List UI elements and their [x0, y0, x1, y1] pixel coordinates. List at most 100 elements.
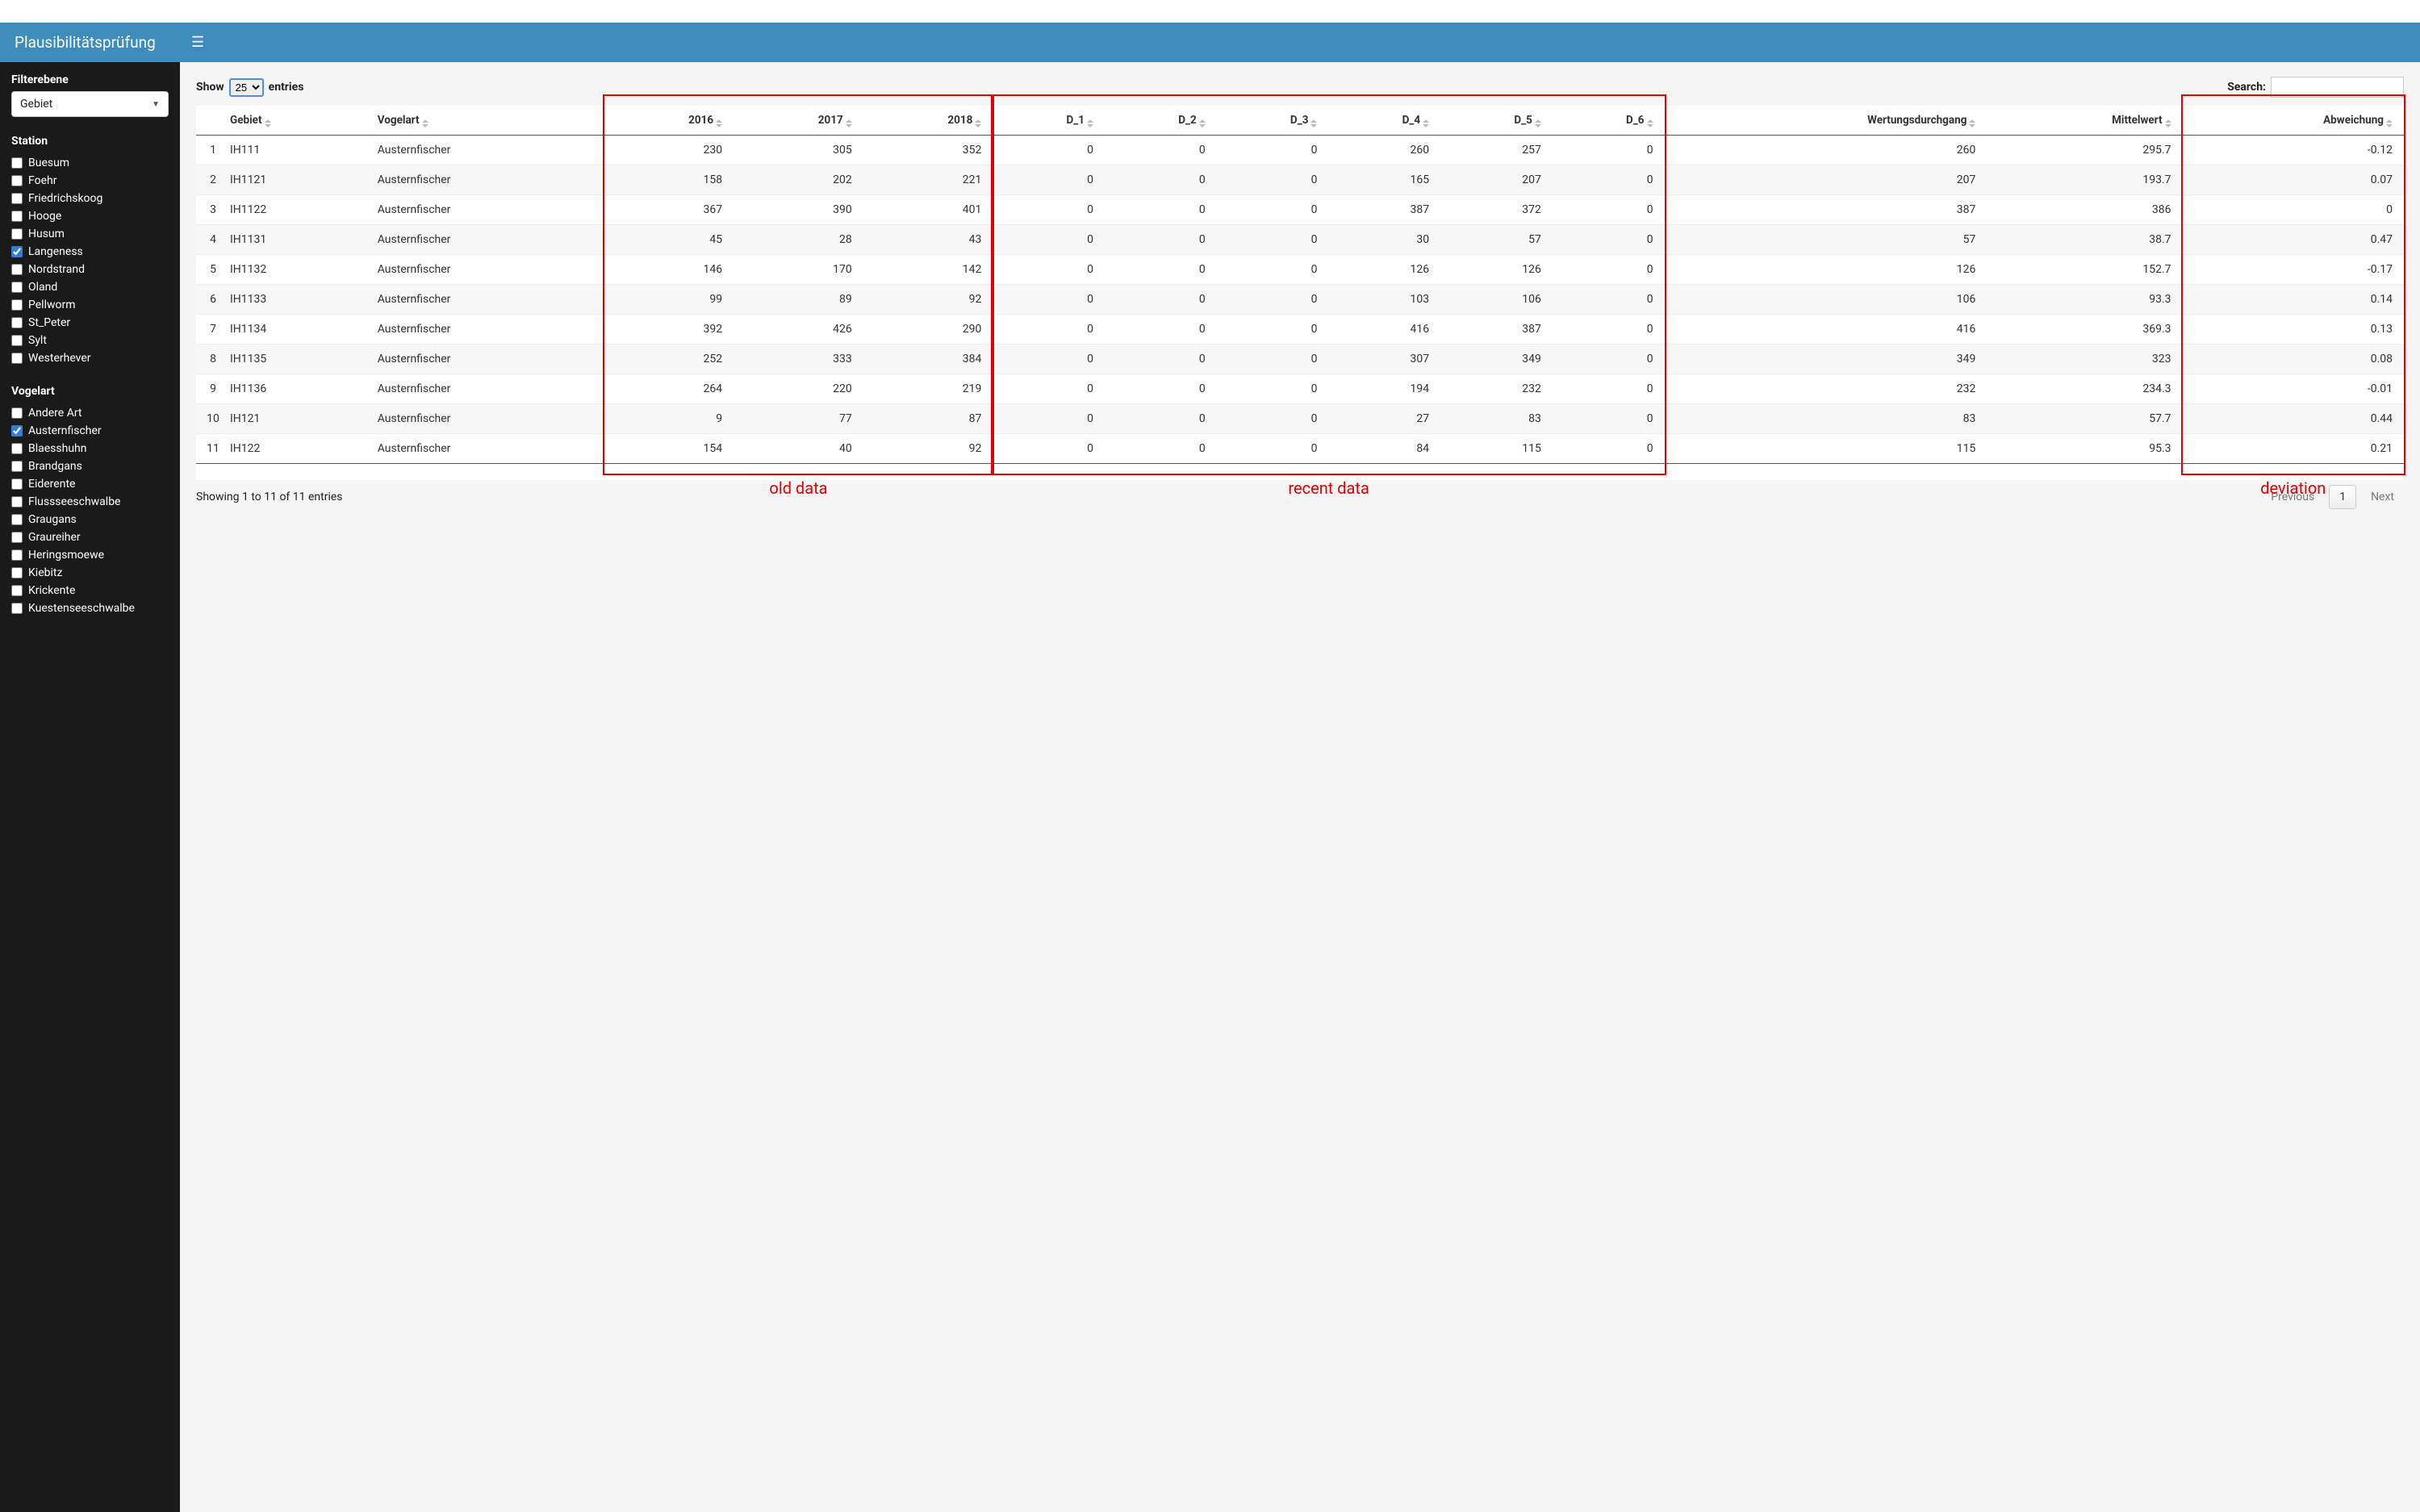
- station-checkbox[interactable]: [11, 299, 23, 311]
- column-header[interactable]: 2017: [734, 106, 863, 136]
- station-checkbox[interactable]: [11, 335, 23, 346]
- station-checkbox[interactable]: [11, 317, 23, 328]
- station-label: Sylt: [28, 334, 47, 347]
- vogelart-checkbox[interactable]: [11, 478, 23, 490]
- station-checkbox[interactable]: [11, 353, 23, 364]
- table-cell: 234.3: [1987, 374, 2182, 404]
- station-item[interactable]: Langeness: [11, 243, 169, 261]
- table-cell: 0.08: [2183, 345, 2404, 374]
- station-label: Buesum: [28, 157, 69, 169]
- station-checkbox[interactable]: [11, 193, 23, 204]
- vogelart-checkbox[interactable]: [11, 496, 23, 507]
- vogelart-checkbox[interactable]: [11, 425, 23, 436]
- table-cell: Austernfischer: [373, 285, 604, 315]
- column-header[interactable]: D_2: [1105, 106, 1217, 136]
- column-header[interactable]: D_6: [1553, 106, 1665, 136]
- vogelart-item[interactable]: Graureiher: [11, 528, 169, 546]
- station-item[interactable]: Foehr: [11, 172, 169, 190]
- table-cell: 83: [1665, 404, 1987, 434]
- vogelart-item[interactable]: Graugans: [11, 511, 169, 528]
- table-cell: 290: [863, 315, 993, 345]
- vogelart-checkbox[interactable]: [11, 603, 23, 614]
- station-item[interactable]: Buesum: [11, 154, 169, 172]
- table-cell: 38.7: [1987, 225, 2182, 255]
- table-cell: 0.14: [2183, 285, 2404, 315]
- vogelart-item[interactable]: Kuestenseeschwalbe: [11, 599, 169, 617]
- column-header[interactable]: Mittelwert: [1987, 106, 2182, 136]
- column-header[interactable]: Vogelart: [373, 106, 604, 136]
- table-cell: IH1132: [225, 255, 373, 285]
- column-header[interactable]: D_5: [1440, 106, 1553, 136]
- vogelart-checkbox[interactable]: [11, 549, 23, 561]
- vogelart-checkbox[interactable]: [11, 567, 23, 578]
- table-cell: 257: [1440, 136, 1553, 165]
- column-header[interactable]: 2016: [604, 106, 734, 136]
- vogelart-checkbox[interactable]: [11, 407, 23, 419]
- table-cell: IH122: [225, 434, 373, 464]
- vogelart-checkbox[interactable]: [11, 461, 23, 472]
- hamburger-icon[interactable]: ☰: [191, 34, 204, 51]
- station-item[interactable]: Pellworm: [11, 296, 169, 314]
- vogelart-item[interactable]: Austernfischer: [11, 422, 169, 440]
- column-header[interactable]: Wertungsdurchgang: [1665, 106, 1987, 136]
- station-item[interactable]: Hooge: [11, 207, 169, 225]
- station-item[interactable]: Sylt: [11, 332, 169, 349]
- vogelart-checkbox[interactable]: [11, 585, 23, 596]
- station-checkbox[interactable]: [11, 157, 23, 169]
- vogelart-item[interactable]: Krickente: [11, 582, 169, 599]
- vogelart-item[interactable]: Eiderente: [11, 475, 169, 493]
- pager-prev[interactable]: Previous: [2261, 486, 2324, 508]
- station-checkbox[interactable]: [11, 264, 23, 275]
- search-input[interactable]: [2271, 77, 2404, 98]
- column-header[interactable]: D_4: [1328, 106, 1440, 136]
- station-item[interactable]: Oland: [11, 278, 169, 296]
- vogelart-item[interactable]: Flussseeschwalbe: [11, 493, 169, 511]
- table-cell: 126: [1440, 255, 1553, 285]
- vogelart-checkbox[interactable]: [11, 514, 23, 525]
- pager-current[interactable]: 1: [2329, 485, 2356, 509]
- pager-next[interactable]: Next: [2361, 486, 2404, 508]
- vogelart-item[interactable]: Andere Art: [11, 404, 169, 422]
- column-header[interactable]: [196, 106, 225, 136]
- column-header[interactable]: D_3: [1217, 106, 1329, 136]
- station-checkbox[interactable]: [11, 246, 23, 257]
- table-cell: 0: [1217, 165, 1329, 195]
- station-item[interactable]: St_Peter: [11, 314, 169, 332]
- station-item[interactable]: Friedrichskoog: [11, 190, 169, 207]
- table-cell: 9: [604, 404, 734, 434]
- filter-select[interactable]: Gebiet ▼: [11, 91, 169, 117]
- vogelart-item[interactable]: Heringsmoewe: [11, 546, 169, 564]
- vogelart-item[interactable]: Blaesshuhn: [11, 440, 169, 457]
- table-cell: Austernfischer: [373, 434, 604, 464]
- vogelart-checkbox[interactable]: [11, 532, 23, 543]
- sidebar: Plausibilitätsprüfung Filterebene Gebiet…: [0, 23, 180, 1512]
- table-cell: 106: [1665, 285, 1987, 315]
- station-checkbox[interactable]: [11, 282, 23, 293]
- table-cell: 0: [993, 195, 1105, 225]
- vogelart-item[interactable]: Kiebitz: [11, 564, 169, 582]
- column-header[interactable]: Abweichung: [2183, 106, 2404, 136]
- table-cell: 0: [1105, 165, 1217, 195]
- station-checkbox[interactable]: [11, 211, 23, 222]
- station-item[interactable]: Husum: [11, 225, 169, 243]
- table-cell: 0: [1217, 315, 1329, 345]
- station-checkbox[interactable]: [11, 228, 23, 240]
- table-row: 6IH1133Austernfischer9989920001031060106…: [196, 285, 2404, 315]
- vogelart-label: Krickente: [28, 584, 75, 597]
- station-item[interactable]: Westerhever: [11, 349, 169, 367]
- table-cell: 126: [1328, 255, 1440, 285]
- column-header[interactable]: D_1: [993, 106, 1105, 136]
- table-cell: 0: [2183, 195, 2404, 225]
- column-header[interactable]: Gebiet: [225, 106, 373, 136]
- table-cell: 0: [993, 165, 1105, 195]
- table-cell: 0: [1217, 434, 1329, 464]
- vogelart-checkbox[interactable]: [11, 443, 23, 454]
- entries-select[interactable]: 25: [229, 78, 264, 97]
- table-row: 10IH121Austernfischer97787000278308357.7…: [196, 404, 2404, 434]
- column-header[interactable]: 2018: [863, 106, 993, 136]
- table-cell: 260: [1665, 136, 1987, 165]
- table-cell: 27: [1328, 404, 1440, 434]
- station-item[interactable]: Nordstrand: [11, 261, 169, 278]
- station-checkbox[interactable]: [11, 175, 23, 186]
- vogelart-item[interactable]: Brandgans: [11, 457, 169, 475]
